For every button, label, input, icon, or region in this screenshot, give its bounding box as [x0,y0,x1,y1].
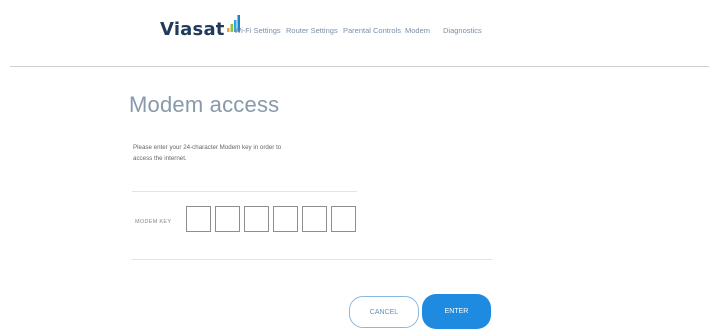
logo-text: Viasat [160,19,225,40]
enter-button[interactable]: ENTER [422,294,491,329]
header: Viasat Wi-Fi Settings Router Settings Pa… [0,0,719,64]
nav-diagnostics[interactable]: Diagnostics [443,26,482,35]
modem-key-input-6[interactable] [331,206,356,232]
page-title: Modem access [129,92,280,117]
nav-modem[interactable]: Modem [405,26,430,35]
modem-key-input-3[interactable] [244,206,269,232]
nav-parental-controls[interactable]: Parental Controls [343,26,401,35]
modem-key-input-2[interactable] [215,206,240,232]
modem-key-input-5[interactable] [302,206,327,232]
modem-key-label: MODEM KEY [135,219,172,225]
header-divider [10,66,709,67]
instruction-text: Please enter your 24-character Modem key… [133,144,282,162]
nav-wifi-settings[interactable]: Wi-Fi Settings [234,26,281,35]
cancel-button[interactable]: CANCEL [349,296,419,328]
modem-key-input-4[interactable] [273,206,298,232]
nav-router-settings[interactable]: Router Settings [286,26,338,35]
section-divider-top [132,191,357,192]
viasat-logo[interactable]: Viasat [160,14,241,40]
modem-key-input-1[interactable] [186,206,211,232]
modem-key-inputs [186,206,360,232]
section-divider-bottom [132,259,492,260]
